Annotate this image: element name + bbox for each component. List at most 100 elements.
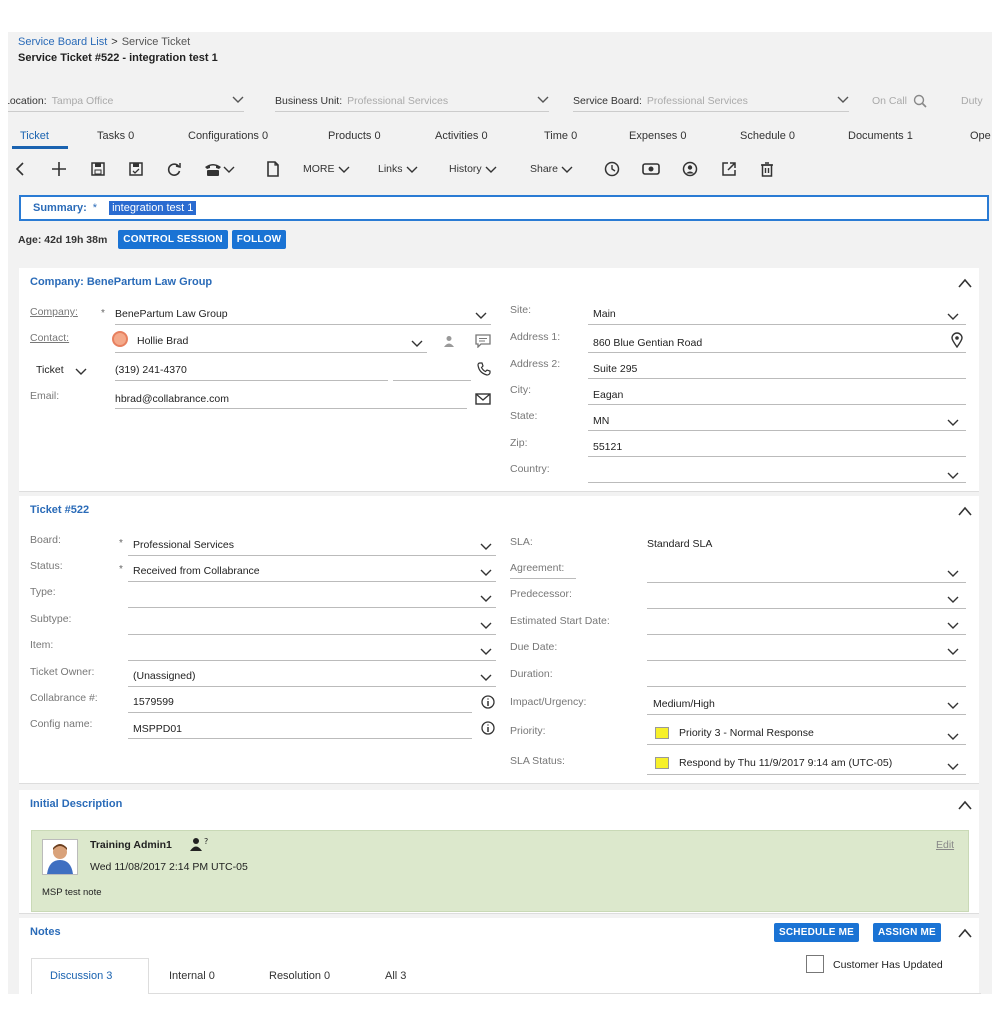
tab-discussion[interactable]: Discussion 3	[50, 970, 112, 982]
tab-activities[interactable]: Activities 0	[435, 130, 488, 142]
company-panel-title[interactable]: Company: BenePartum Law Group	[30, 276, 212, 288]
ticket-owner-value[interactable]: (Unassigned)	[133, 670, 195, 682]
predecessor-select[interactable]	[647, 608, 966, 609]
user-question-icon[interactable]: ?	[190, 837, 210, 851]
copy-button[interactable]	[266, 160, 280, 178]
impact-urgency-value[interactable]: Medium/High	[653, 698, 715, 710]
refresh-button[interactable]	[166, 160, 182, 178]
phone-type-select[interactable]: Ticket	[36, 364, 64, 376]
tab-configurations[interactable]: Configurations 0	[188, 130, 268, 142]
chevron-down-icon[interactable]	[947, 731, 959, 741]
summary-input[interactable]: integration test 1	[109, 201, 197, 215]
add-button[interactable]	[51, 160, 67, 178]
chat-icon[interactable]	[475, 334, 491, 348]
duty-filter[interactable]: Duty	[961, 90, 983, 112]
chevron-down-icon[interactable]	[947, 568, 959, 578]
ticket-panel-title[interactable]: Ticket #522	[30, 504, 89, 516]
history-menu[interactable]: History	[449, 160, 497, 178]
info-icon[interactable]	[481, 695, 495, 709]
contact-value[interactable]: Hollie Brad	[137, 335, 188, 347]
tab-time[interactable]: Time 0	[544, 130, 577, 142]
address1-value[interactable]: 860 Blue Gentian Road	[593, 337, 702, 349]
duration-field[interactable]	[647, 686, 966, 687]
back-button[interactable]	[14, 160, 28, 178]
chevron-down-icon[interactable]	[411, 338, 423, 348]
description-panel-title[interactable]: Initial Description	[30, 798, 122, 810]
chevron-down-icon[interactable]	[947, 700, 959, 710]
site-value[interactable]: Main	[593, 308, 616, 320]
chevron-down-icon[interactable]	[475, 310, 487, 320]
chevron-up-icon[interactable]	[957, 926, 973, 940]
phone-menu-button[interactable]	[203, 160, 235, 178]
chevron-up-icon[interactable]	[957, 276, 973, 290]
envelope-icon[interactable]	[475, 392, 491, 406]
item-select[interactable]	[128, 660, 496, 661]
chevron-down-icon[interactable]	[480, 593, 492, 603]
info-icon[interactable]	[481, 721, 495, 735]
zip-value[interactable]: 55121	[593, 441, 622, 453]
on-call-search[interactable]: On Call	[872, 90, 942, 112]
company-label[interactable]: Company:	[30, 306, 78, 318]
open-external-button[interactable]	[721, 160, 737, 178]
save-and-close-button[interactable]	[128, 160, 144, 178]
share-menu[interactable]: Share	[530, 160, 573, 178]
chevron-down-icon[interactable]	[947, 761, 959, 771]
chevron-down-icon[interactable]	[947, 646, 959, 656]
follow-button[interactable]: FOLLOW	[231, 230, 287, 249]
chevron-down-icon[interactable]	[480, 646, 492, 656]
tab-internal[interactable]: Internal 0	[169, 970, 215, 982]
chevron-down-icon[interactable]	[947, 594, 959, 604]
chevron-down-icon[interactable]	[947, 311, 959, 321]
chevron-down-icon[interactable]	[480, 567, 492, 577]
collabrance-value[interactable]: 1579599	[133, 696, 174, 708]
tab-ticket[interactable]: Ticket	[20, 130, 49, 142]
video-button[interactable]	[642, 160, 660, 178]
chevron-up-icon[interactable]	[957, 504, 973, 518]
timer-button[interactable]	[604, 160, 620, 178]
contact-button[interactable]	[682, 160, 698, 178]
due-date-field[interactable]	[647, 660, 966, 661]
links-menu[interactable]: Links	[378, 160, 418, 178]
chevron-up-icon[interactable]	[957, 798, 973, 812]
edit-link[interactable]: Edit	[936, 839, 954, 851]
priority-select[interactable]: Priority 3 - Normal Response	[655, 727, 814, 740]
breadcrumb-service-board-list[interactable]: Service Board List	[18, 36, 107, 48]
assign-me-button[interactable]: ASSIGN ME	[873, 923, 941, 942]
board-value[interactable]: Professional Services	[133, 539, 234, 551]
business-unit-filter[interactable]: Business Unit: Professional Services	[275, 90, 549, 112]
tab-expenses[interactable]: Expenses 0	[629, 130, 686, 142]
estimated-start-date-field[interactable]	[647, 634, 966, 635]
state-value[interactable]: MN	[593, 415, 609, 427]
agreement-select[interactable]	[647, 582, 966, 583]
chevron-down-icon[interactable]	[947, 620, 959, 630]
control-session-button[interactable]: CONTROL SESSION	[118, 230, 228, 249]
status-value[interactable]: Received from Collabrance	[133, 565, 260, 577]
tab-all[interactable]: All 3	[385, 970, 406, 982]
schedule-me-button[interactable]: SCHEDULE ME	[774, 923, 859, 942]
more-menu[interactable]: MORE	[303, 160, 350, 178]
map-pin-icon[interactable]	[951, 332, 963, 348]
company-value[interactable]: BenePartum Law Group	[115, 308, 228, 320]
chevron-down-icon[interactable]	[947, 417, 959, 427]
delete-button[interactable]	[759, 160, 775, 178]
city-value[interactable]: Eagan	[593, 389, 623, 401]
tab-resolution[interactable]: Resolution 0	[269, 970, 330, 982]
notes-panel-title[interactable]: Notes	[30, 926, 61, 938]
chevron-down-icon[interactable]	[75, 366, 87, 376]
save-button[interactable]	[90, 160, 106, 178]
chevron-down-icon[interactable]	[480, 672, 492, 682]
customer-has-updated-checkbox[interactable]	[806, 955, 824, 973]
summary-field[interactable]: Summary: * integration test 1	[19, 195, 989, 221]
tab-documents[interactable]: Documents 1	[848, 130, 913, 142]
config-name-value[interactable]: MSPPD01	[133, 723, 182, 735]
contact-label[interactable]: Contact:	[30, 332, 69, 344]
tab-schedule[interactable]: Schedule 0	[740, 130, 795, 142]
email-value[interactable]: hbrad@collabrance.com	[115, 393, 229, 405]
service-board-filter[interactable]: Service Board: Professional Services	[573, 90, 849, 112]
type-select[interactable]	[128, 607, 496, 608]
phone-value[interactable]: (319) 241-4370	[115, 364, 187, 376]
sla-status-select[interactable]: Respond by Thu 11/9/2017 9:14 am (UTC-05…	[655, 757, 892, 770]
address2-value[interactable]: Suite 295	[593, 363, 637, 375]
tab-tasks[interactable]: Tasks 0	[97, 130, 134, 142]
phone-icon[interactable]	[477, 362, 491, 376]
